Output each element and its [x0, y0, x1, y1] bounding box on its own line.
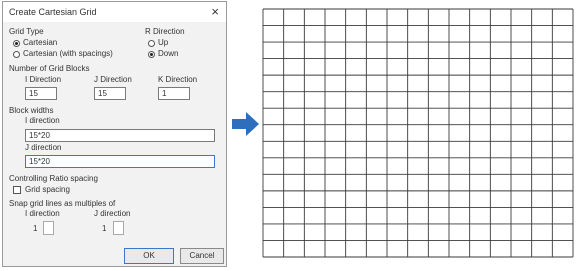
grid-preview — [262, 8, 574, 258]
dialog-titlebar: Create Cartesian Grid × — [3, 2, 226, 22]
grid-type-option-1[interactable]: Cartesian — [23, 38, 57, 47]
i-blocks-input[interactable]: 15 — [25, 87, 57, 100]
close-icon[interactable]: × — [211, 4, 219, 19]
cancel-button[interactable]: Cancel — [180, 248, 224, 264]
grid-blocks-label: Number of Grid Blocks — [9, 64, 90, 73]
snap-i-label: I direction — [25, 209, 60, 218]
i-direction-label: I Direction — [25, 75, 62, 84]
j-blocks-input[interactable]: 15 — [94, 87, 126, 100]
create-grid-dialog: Create Cartesian Grid × Grid Type Cartes… — [2, 1, 227, 267]
block-widths-j-input[interactable]: 15*20 — [25, 155, 215, 168]
r-direction-up-label[interactable]: Up — [158, 38, 168, 47]
r-direction-up-radio[interactable] — [148, 40, 155, 47]
grid-type-spacing-radio[interactable] — [13, 51, 20, 58]
arrow-right-icon — [232, 112, 259, 136]
block-widths-i-input[interactable]: 15*20 — [25, 129, 215, 142]
snap-j-value: 1 — [102, 224, 107, 233]
grid-type-cartesian-radio[interactable] — [13, 40, 20, 47]
grid-spacing-checkbox-label[interactable]: Grid spacing — [25, 185, 70, 194]
dialog-title: Create Cartesian Grid — [9, 7, 97, 17]
snap-j-spinner[interactable] — [113, 221, 124, 235]
snap-j-label: J direction — [94, 209, 131, 218]
block-widths-label: Block widths — [9, 106, 54, 115]
grid-type-label: Grid Type — [9, 27, 44, 36]
k-blocks-input[interactable]: 1 — [158, 87, 190, 100]
controlling-ratio-label: Controlling Ratio spacing — [9, 174, 98, 183]
r-direction-down-label[interactable]: Down — [158, 49, 178, 58]
j-direction-label: J Direction — [94, 75, 132, 84]
ok-button[interactable]: OK — [124, 248, 174, 264]
r-direction-label: R Direction — [145, 27, 185, 36]
snap-i-spinner[interactable] — [43, 221, 54, 235]
block-widths-i-label: I direction — [25, 116, 60, 125]
block-widths-j-label: J direction — [25, 143, 62, 152]
grid-type-option-2[interactable]: Cartesian (with spacings) — [23, 49, 113, 58]
snap-i-value: 1 — [33, 224, 38, 233]
r-direction-down-radio[interactable] — [148, 51, 155, 58]
k-direction-label: K Direction — [158, 75, 198, 84]
snap-grid-label: Snap grid lines as multiples of — [9, 199, 116, 208]
grid-spacing-checkbox[interactable] — [13, 186, 21, 194]
